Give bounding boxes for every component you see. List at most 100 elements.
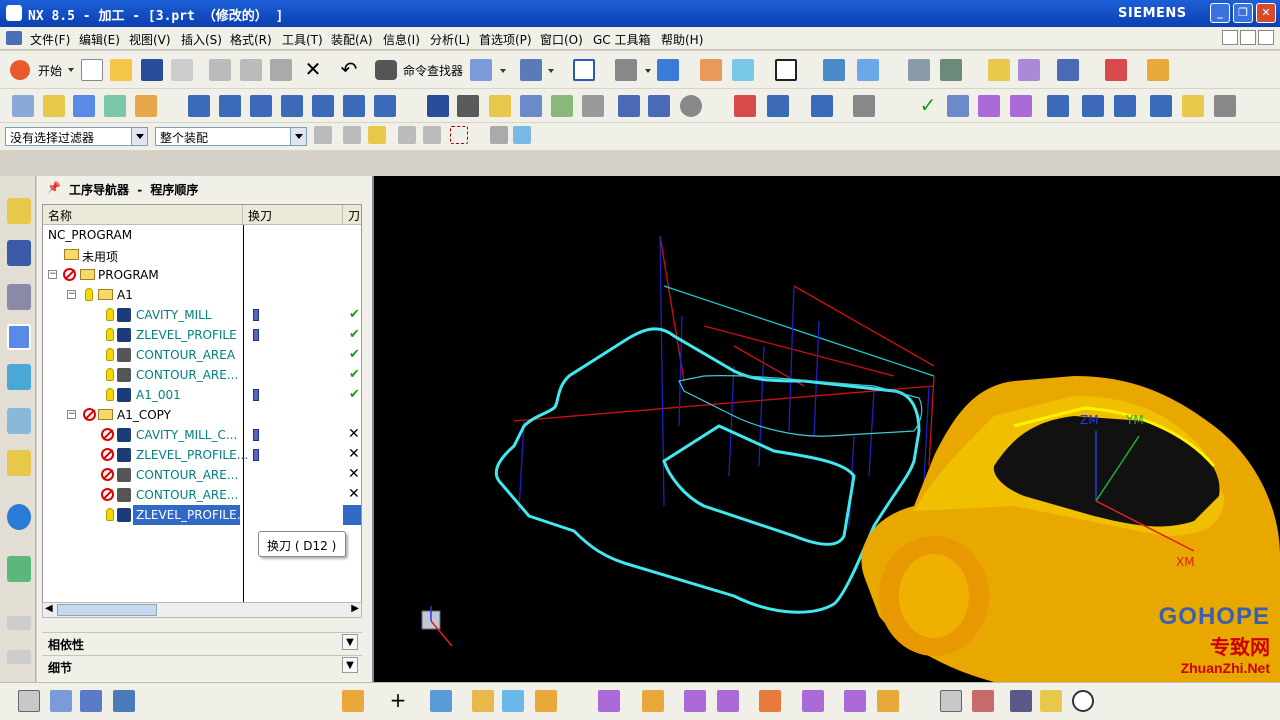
tool-display-icon[interactable] bbox=[853, 95, 875, 117]
collapse-icon[interactable]: − bbox=[67, 410, 76, 419]
menu-edit[interactable]: 编辑(E) bbox=[79, 31, 120, 48]
cut-op-icon[interactable] bbox=[312, 95, 334, 117]
menu-window[interactable]: 窗口(O) bbox=[540, 31, 583, 48]
face-select-icon[interactable] bbox=[513, 126, 531, 144]
tree-row-zlevel-profile-copy[interactable]: ZLEVEL_PROFILE... ✕ bbox=[43, 445, 361, 465]
create-program-icon[interactable] bbox=[12, 95, 34, 117]
replay-path-icon[interactable] bbox=[457, 95, 479, 117]
component-icon[interactable] bbox=[50, 690, 72, 712]
shell-icon[interactable] bbox=[844, 690, 866, 712]
copy-icon[interactable] bbox=[240, 59, 262, 81]
method-view-icon[interactable] bbox=[281, 95, 303, 117]
scroll-right-icon[interactable]: ▶ bbox=[351, 603, 359, 614]
properties-icon[interactable] bbox=[1082, 95, 1104, 117]
machine-navigator-icon[interactable] bbox=[7, 364, 31, 390]
tree-row-program[interactable]: − PROGRAM bbox=[43, 265, 361, 285]
scroll-thumb[interactable] bbox=[57, 604, 157, 616]
view-orient-icon[interactable] bbox=[657, 59, 679, 81]
box-select-icon[interactable] bbox=[450, 126, 468, 144]
start-button[interactable]: 开始 bbox=[8, 59, 76, 81]
open-folder-icon[interactable] bbox=[110, 59, 132, 81]
column-header-name[interactable]: 名称 bbox=[43, 205, 243, 225]
unite-icon[interactable] bbox=[598, 690, 620, 712]
filter-tool-icon[interactable] bbox=[314, 126, 332, 144]
graphics-window[interactable]: ZM YM XM GOHOPE 专致网 ZhuanZhi.Net bbox=[374, 176, 1280, 682]
simulate-icon[interactable] bbox=[1150, 95, 1172, 117]
list-path-icon[interactable] bbox=[520, 95, 542, 117]
assembly-tool-icon[interactable] bbox=[470, 59, 492, 81]
tree-row-cavity-mill[interactable]: CAVITY_MILL ✔ bbox=[43, 305, 361, 325]
rename-op-icon[interactable] bbox=[374, 95, 396, 117]
select-tool-icon[interactable] bbox=[520, 59, 542, 81]
verify-path-icon[interactable] bbox=[489, 95, 511, 117]
doc-close-button[interactable] bbox=[1258, 30, 1274, 45]
collapse-icon[interactable]: − bbox=[67, 290, 76, 299]
collision-check-icon[interactable] bbox=[978, 95, 1000, 117]
scope-select[interactable]: 整个装配 bbox=[155, 127, 307, 146]
magnify-icon[interactable] bbox=[1072, 690, 1094, 712]
create-tool-icon[interactable] bbox=[43, 95, 65, 117]
snap-mid-icon[interactable] bbox=[368, 126, 386, 144]
offset-face-icon[interactable] bbox=[802, 690, 824, 712]
cut-icon[interactable] bbox=[209, 59, 231, 81]
toolpath-edit-icon[interactable] bbox=[1047, 95, 1069, 117]
geometry-view-bottom-icon[interactable] bbox=[1010, 690, 1032, 712]
part-icon[interactable] bbox=[80, 690, 102, 712]
info-icon[interactable] bbox=[7, 504, 31, 530]
menu-tools[interactable]: 工具(T) bbox=[282, 31, 323, 48]
wcs-icon[interactable] bbox=[732, 59, 754, 81]
program-view-icon[interactable] bbox=[940, 690, 962, 712]
snap-point-icon[interactable] bbox=[1057, 59, 1079, 81]
details-panel[interactable]: 细节 ▼ bbox=[42, 655, 362, 675]
solid-select-icon[interactable] bbox=[490, 126, 508, 144]
scroll-up-icon[interactable] bbox=[7, 616, 31, 630]
render-style-icon[interactable] bbox=[615, 59, 637, 81]
shop-doc-icon[interactable] bbox=[582, 95, 604, 117]
pin-icon[interactable]: 📌 bbox=[47, 181, 61, 194]
restore-button[interactable]: ❐ bbox=[1233, 3, 1253, 23]
snap-view-icon[interactable] bbox=[823, 59, 845, 81]
menu-format[interactable]: 格式(R) bbox=[230, 31, 272, 48]
info-doc-icon[interactable] bbox=[1114, 95, 1136, 117]
sketch-icon[interactable] bbox=[940, 59, 962, 81]
snap-end-icon[interactable] bbox=[343, 126, 361, 144]
tree-row-a1-001[interactable]: A1_001 ✔ bbox=[43, 385, 361, 405]
tree-row-zlevel-profile-new[interactable]: ZLEVEL_PROFILE... bbox=[43, 505, 361, 525]
machine-icon[interactable] bbox=[1182, 95, 1204, 117]
close-button[interactable]: ✕ bbox=[1256, 3, 1276, 23]
point-icon[interactable]: + bbox=[387, 690, 409, 712]
constraint-icon[interactable] bbox=[113, 690, 135, 712]
timer-icon[interactable] bbox=[1214, 95, 1236, 117]
chevron-down-icon[interactable]: ▼ bbox=[342, 657, 358, 673]
menu-analysis[interactable]: 分析(L) bbox=[430, 31, 470, 48]
path-display-icon[interactable] bbox=[811, 95, 833, 117]
column-header-tool-change[interactable]: 换刀 bbox=[243, 205, 343, 225]
gouge-check-icon[interactable] bbox=[947, 95, 969, 117]
tree-row-contour-area-2[interactable]: CONTOUR_ARE... ✔ bbox=[43, 365, 361, 385]
menu-preferences[interactable]: 首选项(P) bbox=[479, 31, 532, 48]
paste-op-icon[interactable] bbox=[343, 95, 365, 117]
delete-icon[interactable]: ✕ bbox=[302, 59, 324, 81]
create-method-icon[interactable] bbox=[104, 95, 126, 117]
dependencies-panel[interactable]: 相依性 ▼ bbox=[42, 632, 362, 652]
roles-icon[interactable] bbox=[7, 450, 31, 476]
method-view-bottom-icon[interactable] bbox=[1040, 690, 1062, 712]
clock-icon[interactable] bbox=[680, 95, 702, 117]
undo-icon[interactable]: ↶ bbox=[338, 59, 360, 81]
tree-row-zlevel-profile[interactable]: ZLEVEL_PROFILE ✔ bbox=[43, 325, 361, 345]
assembly-navigator-icon[interactable] bbox=[7, 198, 31, 224]
object-display-icon[interactable] bbox=[767, 95, 789, 117]
constraint-navigator-icon[interactable] bbox=[7, 240, 31, 266]
tree-row-nc-program[interactable]: NC_PROGRAM bbox=[43, 225, 361, 245]
intersect-icon[interactable] bbox=[684, 690, 706, 712]
horizontal-scrollbar[interactable]: ◀ ▶ bbox=[42, 602, 362, 618]
menu-help[interactable]: 帮助(H) bbox=[661, 31, 703, 48]
cylinder-icon[interactable] bbox=[472, 690, 494, 712]
create-operation-icon[interactable] bbox=[135, 95, 157, 117]
scroll-left-icon[interactable]: ◀ bbox=[45, 603, 53, 614]
wizard-icon[interactable] bbox=[1018, 59, 1040, 81]
tree-row-unused[interactable]: 未用项 bbox=[43, 245, 361, 265]
move-object-icon[interactable] bbox=[857, 59, 879, 81]
machine-view-icon[interactable] bbox=[972, 690, 994, 712]
snap-center-icon[interactable] bbox=[398, 126, 416, 144]
